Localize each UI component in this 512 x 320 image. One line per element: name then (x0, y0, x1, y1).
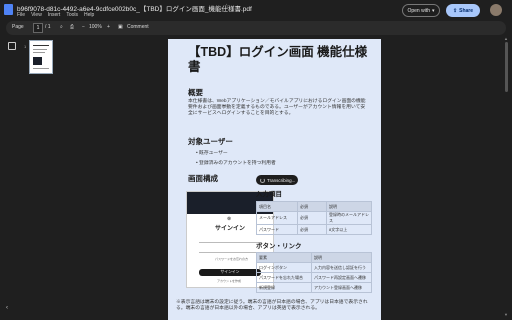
table-cell: 新規登録 (256, 282, 312, 293)
avatar[interactable] (490, 4, 502, 16)
table-cell: パスワード (256, 224, 298, 235)
scroll-down-icon[interactable]: ▼ (504, 312, 508, 317)
footnote-text: ※表示言語は端末の設定に従う。端末の言語が日本語の場合、アプリは日本語で表示され… (176, 300, 368, 312)
comment-button[interactable]: Comment (127, 24, 149, 30)
print-icon[interactable]: ⎙ (70, 24, 74, 30)
menu-bar: File View Insert Tools Help (17, 12, 94, 18)
table-cell: パスワード再設定画面へ遷移 (311, 272, 372, 283)
star-icon[interactable]: ☆ (224, 3, 229, 10)
heading-screen: 画面構成 (188, 174, 218, 183)
mockup-signin-button: サインイン (199, 269, 261, 276)
transcribing-badge: Transcribing... (256, 175, 298, 185)
table-cell: 説明 (311, 252, 372, 263)
scroll-up-icon[interactable]: ▲ (504, 36, 508, 41)
page-title: 【TBD】ログイン画面 機能仕様書 (188, 45, 368, 74)
comment-icon[interactable]: ▣ (118, 24, 123, 30)
table-cell: 必須 (297, 224, 327, 235)
transcribing-label: Transcribing... (267, 177, 296, 183)
table-cell: 必須 (297, 201, 327, 212)
open-with-label: Open with (407, 7, 430, 14)
table-cell: 8文字以上 (326, 224, 372, 235)
button-table: 要素 説明 ログインボタン 入力内容を送信し認証を行う パスワードを忘れた場合 … (256, 252, 372, 293)
spinner-icon (260, 177, 265, 183)
page-total: / 1 (45, 24, 51, 30)
menu-help[interactable]: Help (84, 12, 94, 18)
page-thumbnail[interactable] (29, 40, 53, 74)
table-cell: ログインボタン (256, 262, 312, 273)
overview-text: 本仕様書は、Webアプリケーション／モバイルアプリにおけるログイン画面の機能要件… (188, 99, 366, 117)
table-cell: パスワードを忘れた場合 (256, 272, 312, 283)
heading-buttons: ボタン・リンク (256, 243, 302, 250)
thumbnail-page-number: 1 (24, 44, 27, 49)
title-bar: b96f9078-d81c-4492-a6e4-9cdfce002b0c_【TB… (0, 0, 512, 20)
pdf-toolbar: Page 1 / 1 ⌕ ⎙ − 100% + ▣ Comment (6, 21, 506, 35)
table-cell: 項目名 (256, 201, 298, 212)
share-label: Share (459, 7, 474, 14)
menu-insert[interactable]: Insert (48, 12, 61, 18)
menu-view[interactable]: View (31, 12, 42, 18)
heading-overview: 概要 (188, 88, 203, 97)
zoom-in-icon[interactable]: + (107, 24, 110, 30)
heading-users: 対象ユーザー (188, 137, 233, 146)
table-cell: 要素 (256, 252, 312, 263)
list-item: • 既存ユーザー (196, 151, 228, 156)
page-label: Page (12, 24, 24, 30)
table-row: 新規登録 アカウント登録画面へ遷移 (256, 282, 372, 293)
thumbnail-panel-icon[interactable] (8, 42, 16, 50)
input-table: 項目名 必須 説明 メールアドレス 必須 登録時のメールアドレス パスワード 必… (256, 201, 372, 235)
menu-tools[interactable]: Tools (66, 12, 78, 18)
mockup-register-link: アカウントを作成 (217, 279, 242, 283)
table-row: メールアドレス 必須 登録時のメールアドレス (256, 211, 372, 225)
mockup-email-field (199, 237, 261, 243)
table-cell: メールアドレス (256, 211, 298, 225)
scrollbar[interactable] (505, 42, 508, 92)
table-cell: アカウント登録画面へ遷移 (311, 282, 372, 293)
heading-input: 入力項目 (256, 191, 282, 198)
mockup-forgot-link: パスワードをお忘れの方 (215, 257, 249, 261)
table-row: ログインボタン 入力内容を送信し認証を行う (256, 262, 372, 273)
table-row: パスワード 必須 8文字以上 (256, 224, 372, 235)
collapse-arrow-icon[interactable]: ‹ (6, 305, 8, 311)
mockup-password-field (199, 247, 261, 253)
pdf-app-icon (4, 4, 13, 15)
open-with-button[interactable]: Open with ▾ (402, 4, 440, 17)
table-row: 項目名 必須 説明 (256, 201, 372, 212)
zoom-out-icon[interactable]: − (82, 24, 85, 30)
page-number-input[interactable]: 1 (33, 23, 43, 33)
table-cell: 入力内容を送信し認証を行う (311, 262, 372, 273)
table-row: パスワードを忘れた場合 パスワード再設定画面へ遷移 (256, 272, 372, 283)
pdf-page: 【TBD】ログイン画面 機能仕様書 概要 本仕様書は、Webアプリケーション／モ… (168, 39, 381, 320)
share-icon: ⇪ (452, 7, 458, 14)
share-button[interactable]: ⇪ Share (446, 4, 480, 17)
user-item-2: 登録済みのアカウントを持つ利用者 (199, 161, 276, 166)
zoom-level[interactable]: 100% (89, 24, 102, 30)
table-cell: 必須 (297, 211, 327, 225)
list-item: • 登録済みのアカウントを持つ利用者 (196, 161, 276, 166)
menu-file[interactable]: File (17, 12, 25, 18)
table-row: 要素 説明 (256, 252, 372, 263)
table-cell: 説明 (326, 201, 372, 212)
search-icon[interactable]: ⌕ (60, 24, 63, 30)
user-item-1: 既存ユーザー (199, 151, 228, 156)
chevron-down-icon: ▾ (432, 7, 435, 14)
close-icon: ⊗ (227, 216, 232, 222)
table-cell: 登録時のメールアドレス (326, 211, 372, 225)
